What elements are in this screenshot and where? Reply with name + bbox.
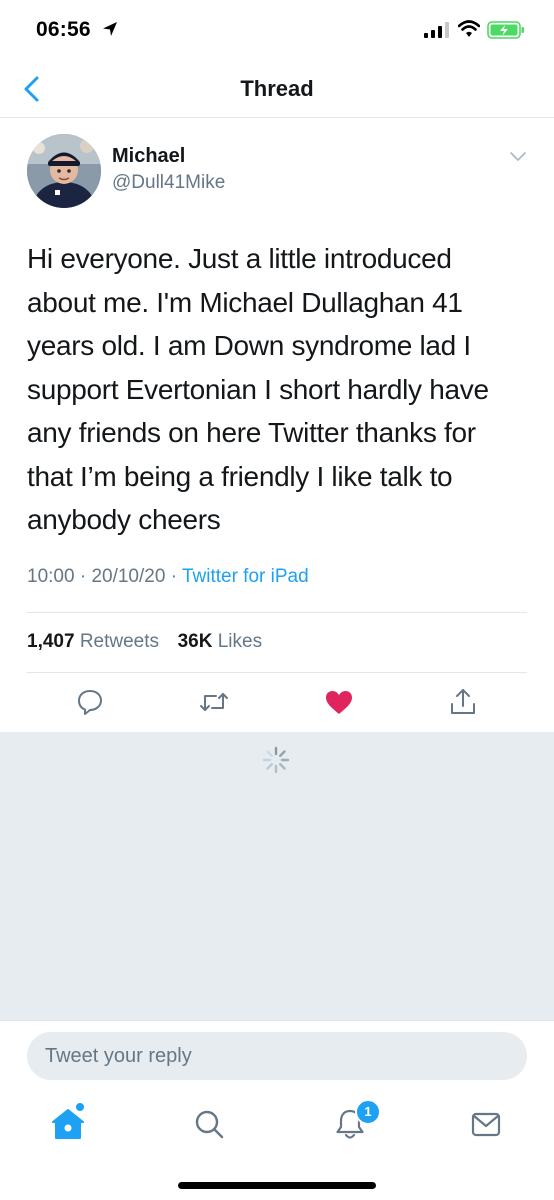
home-unread-dot <box>76 1103 84 1111</box>
divider <box>27 612 527 613</box>
status-time: 06:56 <box>36 18 91 41</box>
meta-separator: · <box>79 566 92 587</box>
tweet-source-link[interactable]: Twitter for iPad <box>182 566 309 587</box>
signal-icon <box>424 22 449 38</box>
retweet-button[interactable] <box>197 685 231 719</box>
likes-label: Likes <box>217 631 263 652</box>
tweet-time: 10:00 <box>27 566 75 587</box>
retweet-icon <box>200 693 228 711</box>
wifi-icon <box>458 20 480 37</box>
reply-bar: Tweet your reply <box>0 1020 554 1090</box>
page-title: Thread <box>240 76 314 101</box>
status-bar: 06:56 <box>0 0 554 62</box>
retweet-count: 1,407 <box>27 631 75 652</box>
tweet-text: Hi everyone. Just a little introduced ab… <box>27 237 527 542</box>
thread-screen: 06:56 Thread Michael @Dull41Mike Hi ever… <box>0 0 554 1200</box>
tweet-meta: 10:00 · 20/10/20 · Twitter for iPad <box>27 566 309 588</box>
tweet-text-line: any friends on here Twitter thanks for <box>27 417 476 448</box>
heart-icon <box>326 691 352 714</box>
nav-bar: Thread <box>0 62 554 118</box>
reply-icon <box>78 690 102 715</box>
tweet-text-line: years old. I am Down syndrome lad I <box>27 330 471 361</box>
meta-separator: · <box>170 566 182 587</box>
tweet-text-line: support Evertonian I short hardly have <box>27 373 489 405</box>
replies-loading-area <box>0 732 554 1020</box>
notifications-badge: 1 <box>355 1099 381 1125</box>
tweet-date: 20/10/20 <box>91 566 166 587</box>
share-icon <box>451 689 475 714</box>
messages-icon <box>471 1112 501 1137</box>
tweet-stats: 1,407 Retweets 36K Likes <box>27 631 262 653</box>
author-handle[interactable]: @Dull41Mike <box>112 172 225 194</box>
home-indicator <box>178 1182 376 1189</box>
divider <box>27 672 527 673</box>
tweet-text-line: anybody cheers <box>27 504 221 535</box>
likes-stat[interactable]: 36K Likes <box>178 631 263 652</box>
share-button[interactable] <box>446 685 480 719</box>
tweet-actions <box>0 675 554 731</box>
retweets-stat[interactable]: 1,407 Retweets <box>27 631 164 652</box>
avatar[interactable] <box>27 134 101 208</box>
loading-spinner-icon <box>262 746 290 774</box>
reply-input[interactable]: Tweet your reply <box>27 1032 527 1080</box>
retweets-label: Retweets <box>79 631 160 652</box>
author-name[interactable]: Michael <box>112 145 185 168</box>
like-button[interactable] <box>322 685 356 719</box>
like-count: 36K <box>177 631 213 652</box>
tab-messages[interactable] <box>466 1104 506 1144</box>
location-arrow-icon <box>103 22 117 36</box>
tweet-text-line: Hi everyone. Just a little introduced <box>27 243 452 274</box>
battery-icon <box>487 21 524 39</box>
tweet-text-line: about me. I'm Michael Dullaghan 41 <box>27 286 463 318</box>
reply-button[interactable] <box>73 685 107 719</box>
search-icon <box>195 1110 224 1139</box>
tab-search[interactable] <box>189 1104 229 1144</box>
tweet-text-line: that I’m being a friendly I like talk to <box>27 460 453 492</box>
chevron-down-icon[interactable] <box>508 150 528 164</box>
